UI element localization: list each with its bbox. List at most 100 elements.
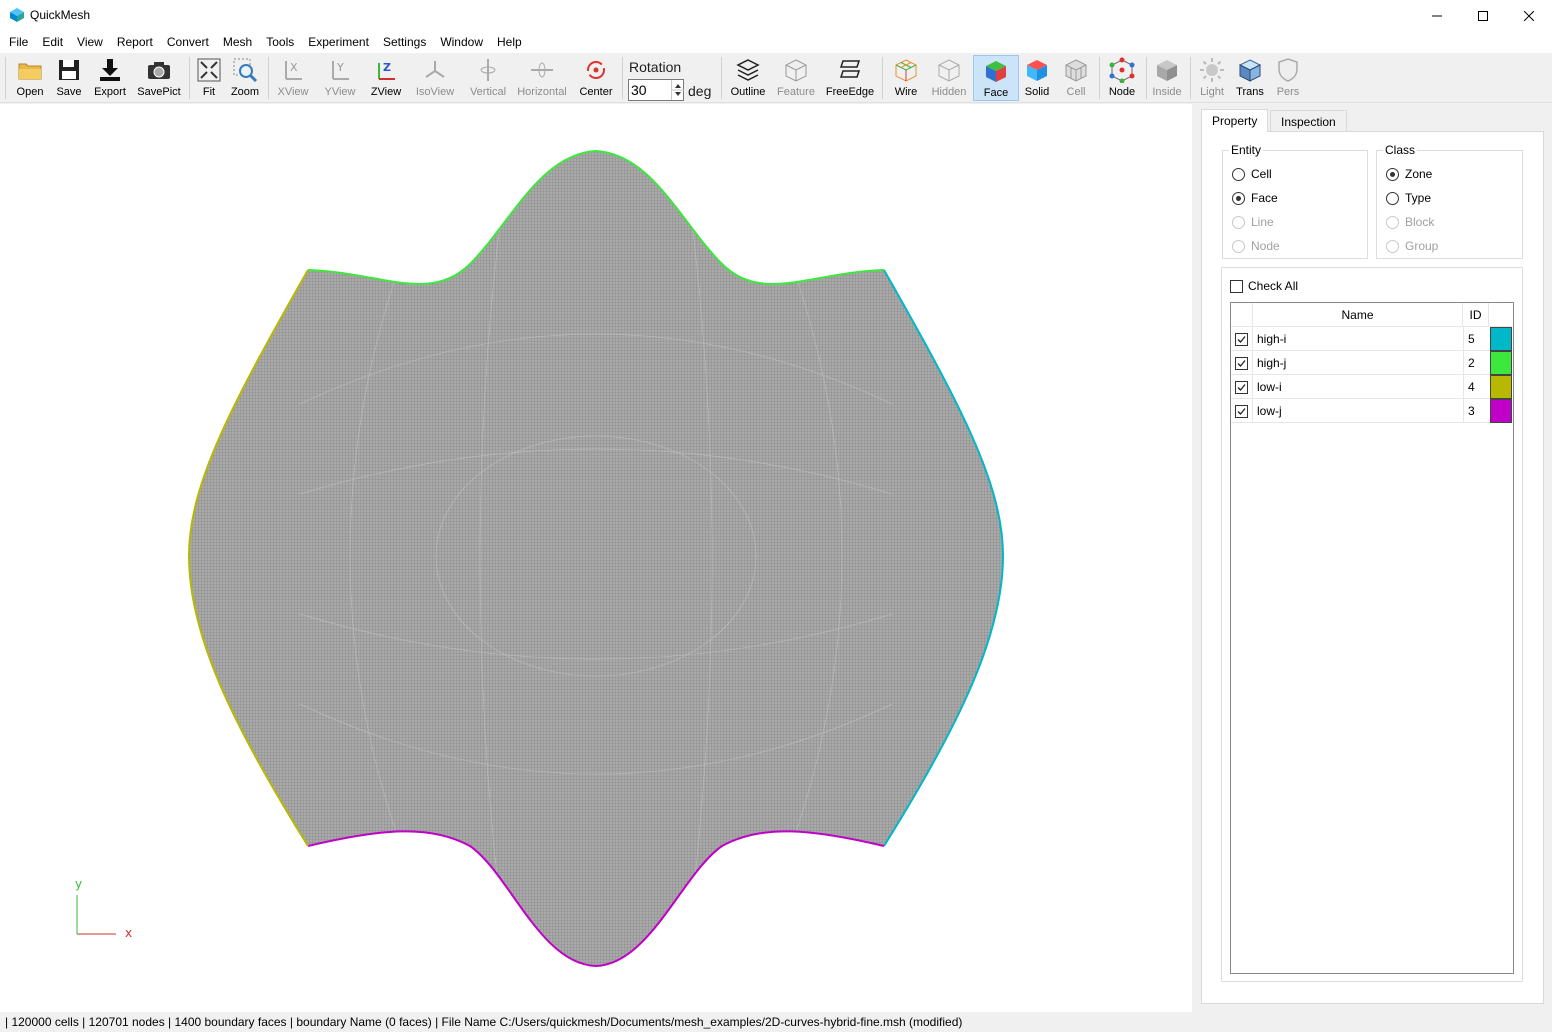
menu-report[interactable]: Report bbox=[110, 31, 160, 53]
header-id[interactable]: ID bbox=[1463, 303, 1489, 327]
rotation-spinbox[interactable] bbox=[628, 79, 684, 101]
wire-button[interactable]: Wire bbox=[889, 55, 923, 101]
menu-help[interactable]: Help bbox=[490, 31, 529, 53]
save-button[interactable]: Save bbox=[53, 55, 85, 101]
maximize-button[interactable] bbox=[1460, 0, 1506, 31]
zview-button[interactable]: Z ZView bbox=[366, 55, 406, 101]
radio-circle bbox=[1386, 239, 1399, 253]
window-title: QuickMesh bbox=[30, 8, 91, 22]
feature-button[interactable]: Feature bbox=[774, 55, 818, 101]
yview-button[interactable]: Y YView bbox=[320, 55, 360, 101]
class-group: Class Zone Type Block Group bbox=[1376, 143, 1523, 259]
isoview-button[interactable]: IsoView bbox=[412, 55, 458, 101]
xview-button[interactable]: X XView bbox=[274, 55, 312, 101]
trans-button[interactable]: Trans bbox=[1234, 55, 1266, 101]
zone-color-swatch[interactable] bbox=[1490, 399, 1512, 423]
menu-edit[interactable]: Edit bbox=[35, 31, 70, 53]
folder-icon bbox=[18, 63, 42, 80]
fit-button[interactable]: Fit bbox=[195, 55, 223, 101]
row-checkbox[interactable] bbox=[1231, 327, 1253, 351]
tab-property[interactable]: Property bbox=[1201, 109, 1269, 132]
toolbar-separator bbox=[1190, 57, 1191, 99]
toolbar-separator bbox=[622, 57, 623, 99]
class-radio-group[interactable]: Group bbox=[1386, 239, 1438, 253]
row-checkbox[interactable] bbox=[1231, 375, 1253, 399]
iso-view-icon bbox=[425, 61, 445, 78]
header-name[interactable]: Name bbox=[1253, 303, 1463, 327]
menu-settings[interactable]: Settings bbox=[376, 31, 433, 53]
entity-group-title: Entity bbox=[1229, 143, 1264, 157]
entity-radio-face[interactable]: Face bbox=[1232, 191, 1278, 205]
menu-mesh[interactable]: Mesh bbox=[216, 31, 259, 53]
toolbar-grip bbox=[5, 57, 6, 99]
close-icon bbox=[1524, 10, 1534, 21]
entity-radio-line[interactable]: Line bbox=[1232, 215, 1274, 229]
row-checkbox[interactable] bbox=[1231, 351, 1253, 375]
face-cube-icon bbox=[986, 61, 1006, 82]
rotation-spin-arrows[interactable] bbox=[671, 80, 684, 100]
maximize-icon bbox=[1478, 10, 1488, 21]
zone-name: high-j bbox=[1257, 356, 1287, 370]
entity-radio-cell[interactable]: Cell bbox=[1232, 167, 1272, 181]
zone-color-swatch[interactable] bbox=[1490, 375, 1512, 399]
savepict-button[interactable]: SavePict bbox=[136, 55, 182, 101]
table-row[interactable]: low-i 4 bbox=[1231, 375, 1513, 399]
wireframe-cube-icon bbox=[895, 59, 917, 82]
radio-circle bbox=[1232, 239, 1245, 253]
node-button[interactable]: Node bbox=[1104, 55, 1140, 101]
minimize-button[interactable] bbox=[1414, 0, 1460, 31]
toolbar: Open Save Export SavePict Fit Zoom X XVi… bbox=[0, 53, 1552, 103]
menu-view[interactable]: View bbox=[70, 31, 110, 53]
horizontal-button[interactable]: Horizontal bbox=[515, 55, 569, 101]
light-sun-icon bbox=[1200, 58, 1224, 82]
export-button[interactable]: Export bbox=[92, 55, 128, 101]
class-group-title: Class bbox=[1383, 143, 1418, 157]
camera-icon bbox=[148, 62, 170, 79]
menu-experiment[interactable]: Experiment bbox=[301, 31, 376, 53]
zoom-button[interactable]: Zoom bbox=[229, 55, 261, 101]
menu-tools[interactable]: Tools bbox=[259, 31, 301, 53]
vertical-button[interactable]: Vertical bbox=[466, 55, 510, 101]
class-radio-type[interactable]: Type bbox=[1386, 191, 1431, 205]
zone-color-swatch[interactable] bbox=[1490, 327, 1512, 351]
toolbar-separator bbox=[1146, 57, 1147, 99]
class-radio-block[interactable]: Block bbox=[1386, 215, 1434, 229]
open-button[interactable]: Open bbox=[14, 55, 46, 101]
face-button[interactable]: Face bbox=[973, 55, 1019, 101]
freeedge-button[interactable]: FreeEdge bbox=[824, 55, 876, 101]
hidden-button[interactable]: Hidden bbox=[929, 55, 969, 101]
solid-button[interactable]: Solid bbox=[1021, 55, 1053, 101]
radio-label: Line bbox=[1251, 215, 1274, 229]
pers-button[interactable]: Pers bbox=[1272, 55, 1304, 101]
class-radio-zone[interactable]: Zone bbox=[1386, 167, 1432, 181]
inside-button[interactable]: Inside bbox=[1150, 55, 1184, 101]
minimize-icon bbox=[1432, 15, 1442, 16]
menu-file[interactable]: File bbox=[2, 31, 35, 53]
zone-color-swatch[interactable] bbox=[1490, 351, 1512, 375]
menu-convert[interactable]: Convert bbox=[160, 31, 216, 53]
cell-button[interactable]: Cell bbox=[1060, 55, 1092, 101]
rotation-input[interactable] bbox=[629, 80, 669, 100]
table-row[interactable]: high-j 2 bbox=[1231, 351, 1513, 375]
mesh-viewport[interactable]: x y bbox=[0, 104, 1192, 1012]
radio-circle bbox=[1386, 191, 1399, 205]
center-button[interactable]: Center bbox=[575, 55, 617, 101]
table-row[interactable]: high-i 5 bbox=[1231, 327, 1513, 351]
radio-circle bbox=[1232, 167, 1245, 181]
zone-id: 3 bbox=[1463, 399, 1489, 423]
check-all-checkbox[interactable]: Check All bbox=[1230, 279, 1298, 293]
table-row[interactable]: low-j 3 bbox=[1231, 399, 1513, 423]
zone-id: 5 bbox=[1463, 327, 1489, 351]
row-checkbox[interactable] bbox=[1231, 399, 1253, 423]
radio-circle bbox=[1386, 215, 1399, 229]
menu-window[interactable]: Window bbox=[433, 31, 490, 53]
entity-radio-node[interactable]: Node bbox=[1232, 239, 1280, 253]
mesh-canvas: x y bbox=[75, 149, 1005, 968]
outline-button[interactable]: Outline bbox=[728, 55, 768, 101]
close-button[interactable] bbox=[1506, 0, 1552, 31]
tab-inspection[interactable]: Inspection bbox=[1270, 110, 1347, 132]
light-button[interactable]: Light bbox=[1196, 55, 1228, 101]
y-axis-view-icon: Y bbox=[332, 61, 349, 80]
check-all-label: Check All bbox=[1248, 279, 1299, 293]
checkbox-box bbox=[1230, 279, 1243, 293]
